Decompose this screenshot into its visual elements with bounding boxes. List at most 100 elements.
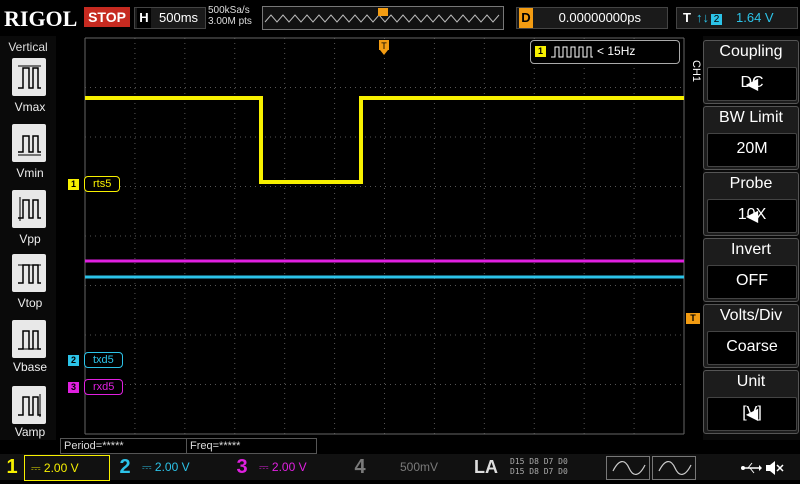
memory-depth: 3.00M pts bbox=[208, 16, 252, 27]
trigger-time-marker: T bbox=[379, 40, 389, 55]
ch1-number[interactable]: 1 bbox=[2, 455, 22, 479]
bw-limit-menu[interactable]: BW Limit 20M bbox=[703, 106, 799, 170]
ch2-number[interactable]: 2 bbox=[115, 455, 135, 479]
ch2-scale: 2.00 V bbox=[154, 460, 190, 474]
usb-icon bbox=[740, 459, 762, 477]
probe-value-box[interactable]: ◀ 10X bbox=[707, 199, 797, 233]
vmin-button[interactable] bbox=[12, 124, 46, 162]
vbase-icon bbox=[18, 330, 41, 350]
ch1-coupling-icon: ⎓ bbox=[31, 461, 41, 475]
vbase-label: Vbase bbox=[12, 360, 48, 374]
vpp-button[interactable] bbox=[12, 190, 46, 228]
vmin-icon bbox=[18, 135, 41, 156]
ch1-trace bbox=[85, 96, 684, 184]
h-label: H bbox=[137, 8, 151, 28]
ch3-number[interactable]: 3 bbox=[232, 455, 252, 479]
bw-limit-title: BW Limit bbox=[719, 109, 783, 126]
trigger-box[interactable]: T ↑↓ 2 1.64 V bbox=[676, 7, 798, 29]
vamp-button[interactable] bbox=[12, 386, 46, 424]
invert-value: OFF bbox=[736, 272, 768, 289]
ch4-scale-box[interactable]: 500mV bbox=[400, 455, 460, 479]
sine-wave-icon-2 bbox=[658, 461, 692, 475]
source2-wave-button[interactable] bbox=[652, 456, 696, 480]
timebase-box[interactable]: H 500ms bbox=[134, 7, 206, 29]
period-measurement[interactable]: Period=***** bbox=[60, 438, 187, 454]
trigger-position-marker bbox=[378, 8, 388, 16]
vbase-button[interactable] bbox=[12, 320, 46, 358]
bw-limit-value: 20M bbox=[736, 140, 768, 157]
memory-overview-wave bbox=[264, 8, 500, 23]
ch4-scale: 500mV bbox=[400, 460, 439, 474]
speaker-mute-icon[interactable] bbox=[764, 458, 784, 478]
delay-box[interactable]: D 0.00000000ps bbox=[516, 7, 668, 29]
rigol-logo: RIGOL bbox=[4, 6, 78, 31]
trigger-edge-icon: ↑↓ bbox=[696, 10, 709, 25]
vtop-button[interactable] bbox=[12, 254, 46, 292]
timebase-value: 500ms bbox=[159, 10, 199, 25]
trigger-level-marker[interactable]: T bbox=[686, 313, 700, 324]
coupling-menu[interactable]: Coupling ◀ DC bbox=[703, 40, 799, 104]
volts-div-value: Coarse bbox=[726, 338, 778, 355]
freq-measurement[interactable]: Freq=***** bbox=[186, 438, 317, 454]
unit-menu[interactable]: Unit ◀ [V] bbox=[703, 370, 799, 434]
invert-menu[interactable]: Invert OFF bbox=[703, 238, 799, 302]
probe-title: Probe bbox=[729, 175, 773, 192]
ch4-number[interactable]: 4 bbox=[350, 455, 370, 479]
ch2-scale-box[interactable]: ⎓ 2.00 V bbox=[138, 455, 218, 479]
invert-title: Invert bbox=[730, 241, 771, 258]
run-stop-status[interactable]: STOP bbox=[84, 7, 130, 27]
source1-wave-button[interactable] bbox=[606, 456, 650, 480]
la-label[interactable]: LA bbox=[466, 455, 506, 479]
waveform-graticule[interactable]: T bbox=[60, 36, 686, 436]
ch1-scale-box[interactable]: ⎓ 2.00 V bbox=[24, 455, 110, 481]
la-digits-top: D15 D8 D7 D0 bbox=[510, 457, 568, 466]
bw-limit-value-box[interactable]: 20M bbox=[707, 133, 797, 167]
invert-value-box[interactable]: OFF bbox=[707, 265, 797, 299]
ch3-scale: 2.00 V bbox=[271, 460, 307, 474]
trigger-source: 2 bbox=[711, 14, 722, 25]
la-digits-bottom: D15 D8 D7 D0 bbox=[510, 467, 568, 476]
la-status: D15 D8 D7 D0 D15 D8 D7 D0 bbox=[510, 457, 602, 477]
ch3-label[interactable]: rxd5 bbox=[84, 379, 124, 395]
pulse-train-icon bbox=[551, 46, 593, 58]
ch3-scale-box[interactable]: ⎓ 2.00 V bbox=[255, 455, 335, 479]
vamp-icon bbox=[18, 394, 41, 417]
ch3-ground-marker[interactable]: 3 bbox=[68, 382, 79, 393]
ch2-ground-marker[interactable]: 2 bbox=[68, 355, 79, 366]
sample-rate: 500kSa/s bbox=[208, 5, 250, 16]
unit-value-box[interactable]: ◀ [V] bbox=[707, 397, 797, 431]
ch1-ground-marker[interactable]: 1 bbox=[68, 179, 79, 190]
t-label: T bbox=[683, 10, 691, 25]
svg-text:T: T bbox=[381, 41, 387, 51]
ch2-label[interactable]: txd5 bbox=[84, 352, 123, 368]
d-label: D bbox=[519, 8, 533, 28]
vamp-label: Vamp bbox=[14, 425, 46, 439]
delay-value: 0.00000000ps bbox=[558, 10, 641, 25]
ch3-coupling-icon: ⎓ bbox=[259, 460, 269, 474]
ch1-scale: 2.00 V bbox=[43, 461, 79, 475]
vmax-button[interactable] bbox=[12, 58, 46, 96]
freq-badge-channel: 1 bbox=[535, 46, 546, 57]
sample-info: 500kSa/s 3.00M pts bbox=[208, 5, 252, 27]
vpp-label: Vpp bbox=[19, 232, 41, 246]
ch2-coupling-icon: ⎓ bbox=[142, 460, 152, 474]
volts-div-value-box[interactable]: Coarse bbox=[707, 331, 797, 365]
coupling-value-box[interactable]: ◀ DC bbox=[707, 67, 797, 101]
vpp-icon bbox=[18, 197, 41, 221]
ch1-label[interactable]: rts5 bbox=[84, 176, 121, 192]
unit-value: [V] bbox=[742, 404, 762, 421]
frequency-counter-badge[interactable]: 1 < 15Hz bbox=[530, 40, 680, 64]
sine-wave-icon bbox=[612, 461, 646, 475]
probe-menu[interactable]: Probe ◀ 10X bbox=[703, 172, 799, 236]
volts-div-title: Volts/Div bbox=[719, 307, 783, 324]
vmax-label: Vmax bbox=[14, 100, 46, 114]
memory-overview-bar[interactable] bbox=[262, 6, 504, 30]
unit-title: Unit bbox=[736, 373, 766, 390]
coupling-value: DC bbox=[740, 74, 764, 91]
freq-badge-text: < 15Hz bbox=[597, 44, 636, 58]
vtop-icon bbox=[18, 264, 41, 284]
left-panel-title: Vertical bbox=[8, 40, 48, 54]
coupling-title: Coupling bbox=[719, 43, 783, 60]
volts-div-menu[interactable]: Volts/Div Coarse bbox=[703, 304, 799, 368]
trigger-level: 1.64 V bbox=[736, 10, 774, 25]
